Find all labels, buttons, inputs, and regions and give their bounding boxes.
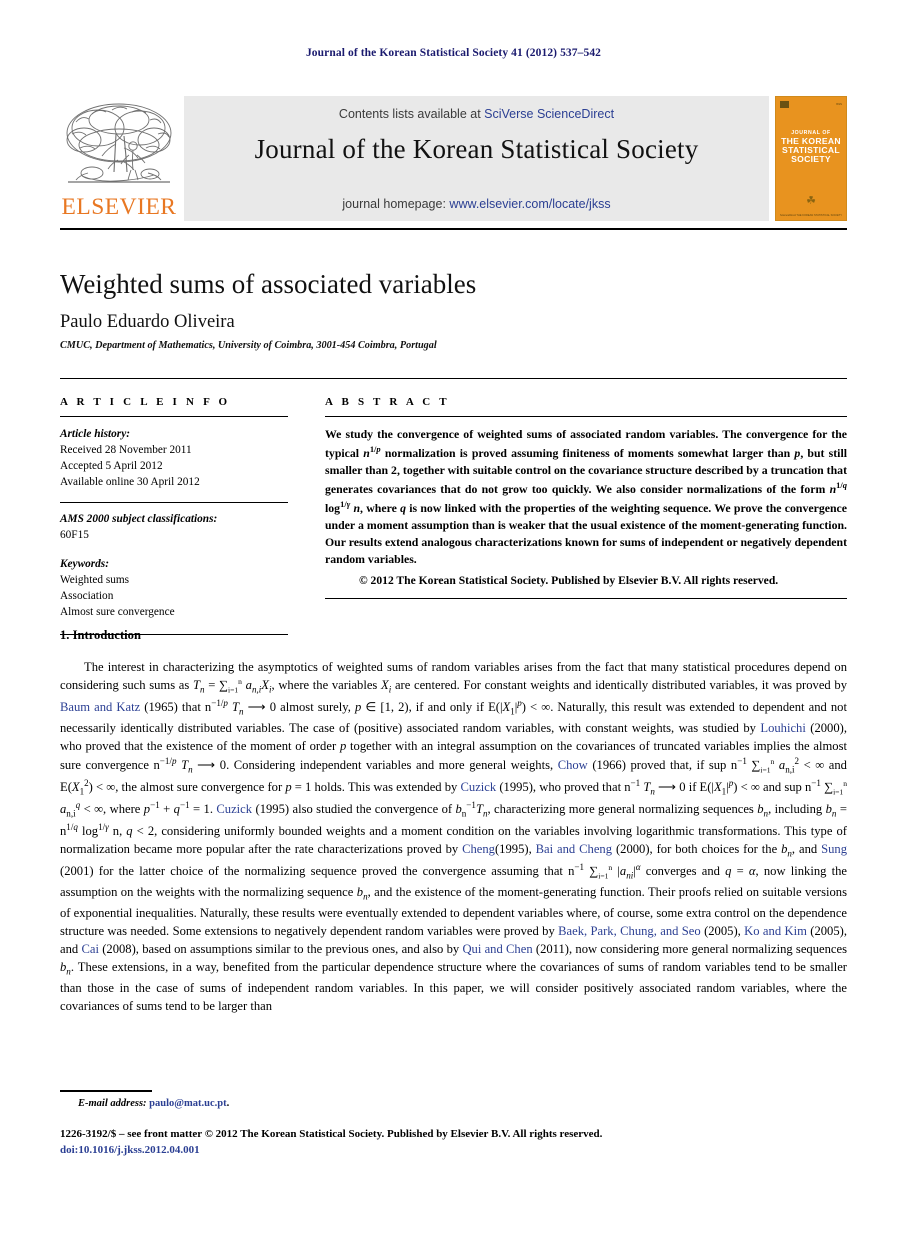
cover-logo-block [780, 101, 789, 108]
citation-link[interactable]: Qui and Chen [462, 942, 532, 956]
article-history-accepted: Accepted 5 April 2012 [60, 460, 163, 473]
ams-classification-block: AMS 2000 subject classifications: 60F15 [60, 511, 288, 543]
citation-link[interactable]: Bai and Cheng [536, 842, 612, 856]
paper-page: Journal of the Korean Statistical Societ… [0, 0, 907, 1238]
title-bottom-rule [60, 378, 847, 379]
citation-link[interactable]: Cuzick [216, 802, 252, 816]
elsevier-wordmark: ELSEVIER [61, 193, 177, 220]
running-head: Journal of the Korean Statistical Societ… [305, 47, 602, 59]
cover-title: JOURNAL OF THE KOREAN STATISTICAL SOCIET… [776, 130, 846, 165]
citation-year: (2000) [810, 720, 844, 735]
citation-year: (1966) [592, 758, 626, 773]
citation-link[interactable]: Baek, Park, Chung, and Seo [558, 924, 701, 938]
abstract-column: A B S T R A C T We study the convergence… [325, 396, 847, 608]
author-affiliation: CMUC, Department of Mathematics, Univers… [60, 340, 437, 351]
cover-title-line4: SOCIETY [791, 154, 831, 165]
contents-available-label: Contents lists available at [338, 107, 485, 121]
keyword-item: Association [60, 590, 114, 603]
journal-homepage-label: journal homepage: [342, 197, 450, 211]
citation-year: (2005) [704, 923, 738, 938]
journal-homepage-line: journal homepage: www.elsevier.com/locat… [184, 197, 769, 211]
cover-bottom-strip: ScienceDirect THE KOREAN STATISTICAL SOC… [780, 214, 842, 217]
citation-link[interactable]: Ko and Kim [744, 924, 807, 938]
cover-seal-icon: ☘ [806, 195, 816, 207]
article-info-divider-2 [60, 502, 288, 504]
cover-bottom-right-text: THE KOREAN STATISTICAL SOCIETY [796, 214, 842, 217]
elsevier-logo: ELSEVIER [60, 96, 178, 221]
abstract-text: We study the convergence of weighted sum… [325, 427, 847, 567]
introduction-body: The interest in characterizing the asymp… [60, 658, 847, 1015]
keywords-label: Keywords: [60, 558, 109, 571]
citation-link[interactable]: Cai [81, 942, 99, 956]
article-info-column: A R T I C L E I N F O Article history: R… [60, 396, 288, 644]
article-history-block: Article history: Received 28 November 20… [60, 426, 288, 490]
article-info-heading: A R T I C L E I N F O [60, 396, 231, 408]
citation-link[interactable]: Chow [558, 758, 588, 772]
footnote-rule [60, 1090, 152, 1092]
cover-bottom-left-text: ScienceDirect [780, 214, 797, 217]
citation-year: (2005) [810, 923, 844, 938]
citation-link[interactable]: Sung [821, 842, 847, 856]
article-history-received: Received 28 November 2011 [60, 444, 192, 457]
citation-year: (2001) [60, 864, 94, 879]
article-history-label: Article history: [60, 428, 130, 440]
citation-year: (2011) [535, 942, 569, 956]
footnote-email: E-mail address: paulo@mat.uc.pt. [78, 1098, 229, 1109]
article-info-divider [60, 416, 288, 417]
abstract-bottom-divider [325, 597, 847, 599]
email-link[interactable]: paulo@mat.uc.pt [149, 1098, 226, 1109]
doi-line: doi:10.1016/j.jkss.2012.04.001 [60, 1144, 200, 1156]
introduction-paragraph: The interest in characterizing the asymp… [60, 660, 848, 1014]
citation-year: (2008) [102, 942, 136, 956]
citation-year: (1995) [255, 802, 290, 817]
citation-link[interactable]: Cuzick [461, 780, 497, 794]
citation-link[interactable]: Cheng [462, 842, 495, 856]
ams-values: 60F15 [60, 529, 89, 542]
elsevier-tree-icon [60, 100, 178, 196]
page-title: Weighted sums of associated variables [60, 269, 477, 299]
keywords-block: Keywords: Weighted sums Association Almo… [60, 556, 288, 620]
sciencedirect-link[interactable]: SciVerse ScienceDirect [484, 107, 614, 121]
keyword-item: Weighted sums [60, 574, 130, 587]
section-heading-introduction: 1. Introduction [60, 628, 141, 642]
email-label: E-mail address: [78, 1098, 147, 1109]
abstract-divider [325, 416, 847, 417]
masthead-center-panel: Contents lists available at SciVerse Sci… [184, 96, 769, 221]
citation-link[interactable]: Louhichi [760, 721, 805, 735]
author-name: Paulo Eduardo Oliveira [60, 312, 235, 332]
journal-homepage-link[interactable]: www.elsevier.com/locate/jkss [449, 197, 610, 211]
citation-year: (2000) [615, 842, 650, 857]
abstract-heading: A B S T R A C T [325, 396, 450, 408]
article-history-online: Available online 30 April 2012 [60, 476, 200, 489]
issn-copyright-line: 1226-3192/$ – see front matter © 2012 Th… [60, 1128, 603, 1140]
citation-link[interactable]: Baum and Katz [60, 700, 140, 714]
email-trailing-punct: . [226, 1098, 230, 1109]
abstract-copyright: © 2012 The Korean Statistical Society. P… [359, 573, 779, 587]
journal-masthead: ELSEVIER Contents lists available at Sci… [60, 96, 847, 221]
citation-year: (1965) [144, 700, 178, 715]
keyword-item: Almost sure convergence [60, 606, 175, 619]
journal-title: Journal of the Korean Statistical Societ… [254, 134, 699, 164]
citation-year: (1995) [494, 842, 529, 857]
cover-top-strip: ISSN [780, 100, 842, 109]
journal-cover-thumbnail[interactable]: ISSN JOURNAL OF THE KOREAN STATISTICAL S… [775, 96, 847, 221]
masthead-bottom-rule [60, 228, 847, 230]
cover-top-text: ISSN [835, 103, 842, 106]
citation-year: (1995) [499, 780, 533, 795]
contents-available-line: Contents lists available at SciVerse Sci… [184, 107, 769, 121]
ams-label: AMS 2000 subject classifications: [60, 513, 218, 526]
